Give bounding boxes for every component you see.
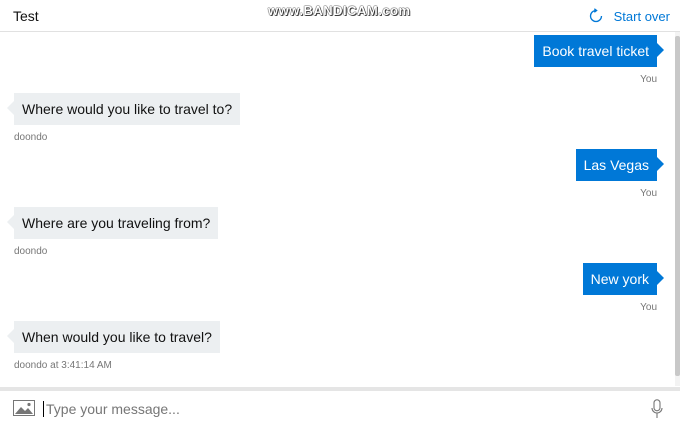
scrollbar-thumb[interactable] (675, 36, 680, 376)
message-sender: doondo (14, 246, 48, 257)
message-bubble: When would you like to travel? (7, 321, 220, 353)
chat-transcript[interactable]: Book travel ticket You Where would you l… (0, 32, 674, 386)
message-sender: You (640, 188, 657, 199)
message-sender: doondo (14, 132, 48, 143)
message-composer (0, 387, 680, 423)
start-over-label: Start over (613, 8, 670, 24)
recorder-watermark: www.BANDICAM.com (268, 3, 411, 18)
refresh-icon (589, 8, 602, 23)
message-sender: You (640, 302, 657, 313)
message-bubble: Where are you traveling from? (6, 207, 219, 239)
microphone-icon[interactable] (651, 399, 663, 419)
message-bot: When would you like to travel? doondo at… (7, 321, 220, 371)
message-user: Book travel ticket You (534, 35, 664, 85)
message-bubble: Las Vegas (575, 149, 665, 181)
start-over-button[interactable]: Start over (588, 7, 670, 25)
message-bubble: Where would you like to travel to? (6, 93, 241, 125)
message-input[interactable] (44, 397, 638, 421)
transcript-scrollbar[interactable] (675, 32, 680, 386)
message-bot: Where are you traveling from? doondo (6, 207, 219, 257)
message-bot: Where would you like to travel to? doond… (6, 93, 241, 143)
message-user: New york You (582, 263, 665, 313)
chat-title: Test (13, 8, 39, 24)
message-sender: doondo at 3:41:14 AM (14, 360, 112, 371)
chat-header: Test www.BANDICAM.com Start over (0, 0, 680, 32)
message-bubble: New york (582, 263, 665, 295)
image-upload-icon[interactable] (13, 400, 35, 416)
message-user: Las Vegas You (575, 149, 665, 199)
message-bubble: Book travel ticket (534, 35, 664, 67)
message-sender: You (640, 74, 657, 85)
